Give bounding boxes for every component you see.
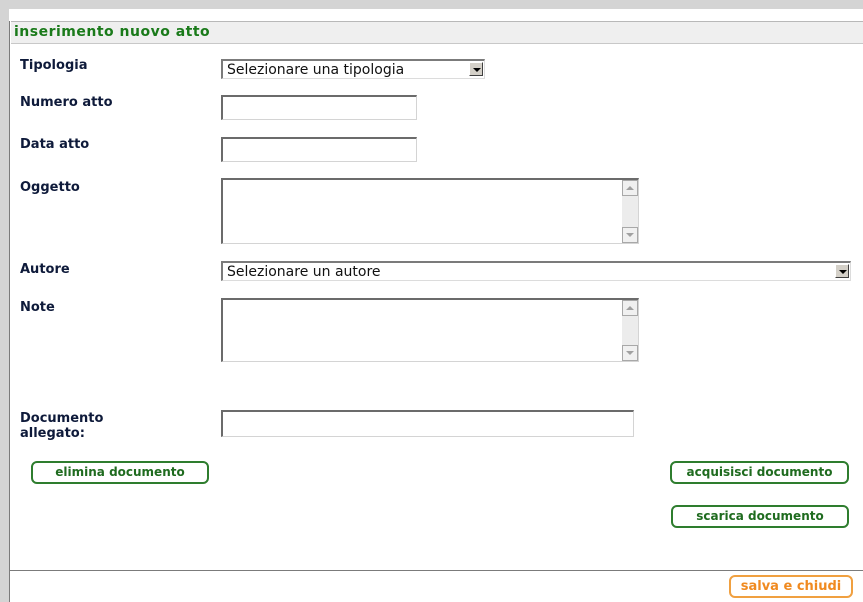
- left-edge: [0, 9, 9, 602]
- numero-atto-label: Numero atto: [20, 95, 113, 110]
- data-atto-label: Data atto: [20, 137, 90, 152]
- tipologia-selected-value: Selezionare una tipologia: [227, 62, 405, 78]
- documento-label-line2: allegato:: [20, 426, 85, 441]
- acquisisci-documento-button[interactable]: acquisisci documento: [670, 461, 849, 484]
- note-scrollbar[interactable]: [622, 300, 638, 361]
- scarica-documento-button[interactable]: scarica documento: [671, 505, 849, 528]
- tipologia-select[interactable]: Selezionare una tipologia: [221, 59, 485, 79]
- form-title-bar: inserimento nuovo atto: [11, 21, 863, 44]
- salva-e-chiudi-button[interactable]: salva e chiudi: [729, 575, 853, 598]
- note-textarea[interactable]: [221, 298, 639, 362]
- numero-atto-input[interactable]: [221, 95, 417, 120]
- scroll-down-icon[interactable]: [622, 227, 638, 243]
- note-label: Note: [20, 300, 55, 315]
- documento-allegato-input[interactable]: [221, 410, 634, 437]
- form-title: inserimento nuovo atto: [14, 24, 211, 40]
- oggetto-textarea[interactable]: [221, 178, 639, 244]
- data-atto-input[interactable]: [221, 137, 417, 162]
- scroll-up-icon[interactable]: [622, 300, 638, 316]
- autore-label: Autore: [20, 262, 70, 277]
- scroll-down-icon[interactable]: [622, 345, 638, 361]
- autore-select[interactable]: Selezionare un autore: [221, 261, 851, 281]
- tipologia-label: Tipologia: [20, 58, 88, 73]
- scroll-up-icon[interactable]: [622, 180, 638, 196]
- documento-label-line1: Documento: [20, 411, 104, 426]
- chevron-down-icon[interactable]: [835, 264, 849, 278]
- oggetto-label: Oggetto: [20, 180, 80, 195]
- oggetto-scrollbar[interactable]: [622, 180, 638, 243]
- top-strip: [0, 0, 863, 9]
- chevron-down-icon[interactable]: [469, 62, 483, 76]
- autore-selected-value: Selezionare un autore: [227, 264, 381, 280]
- documento-allegato-label: Documento allegato:: [20, 411, 103, 441]
- elimina-documento-button[interactable]: elimina documento: [31, 461, 209, 484]
- footer-divider: [10, 570, 863, 571]
